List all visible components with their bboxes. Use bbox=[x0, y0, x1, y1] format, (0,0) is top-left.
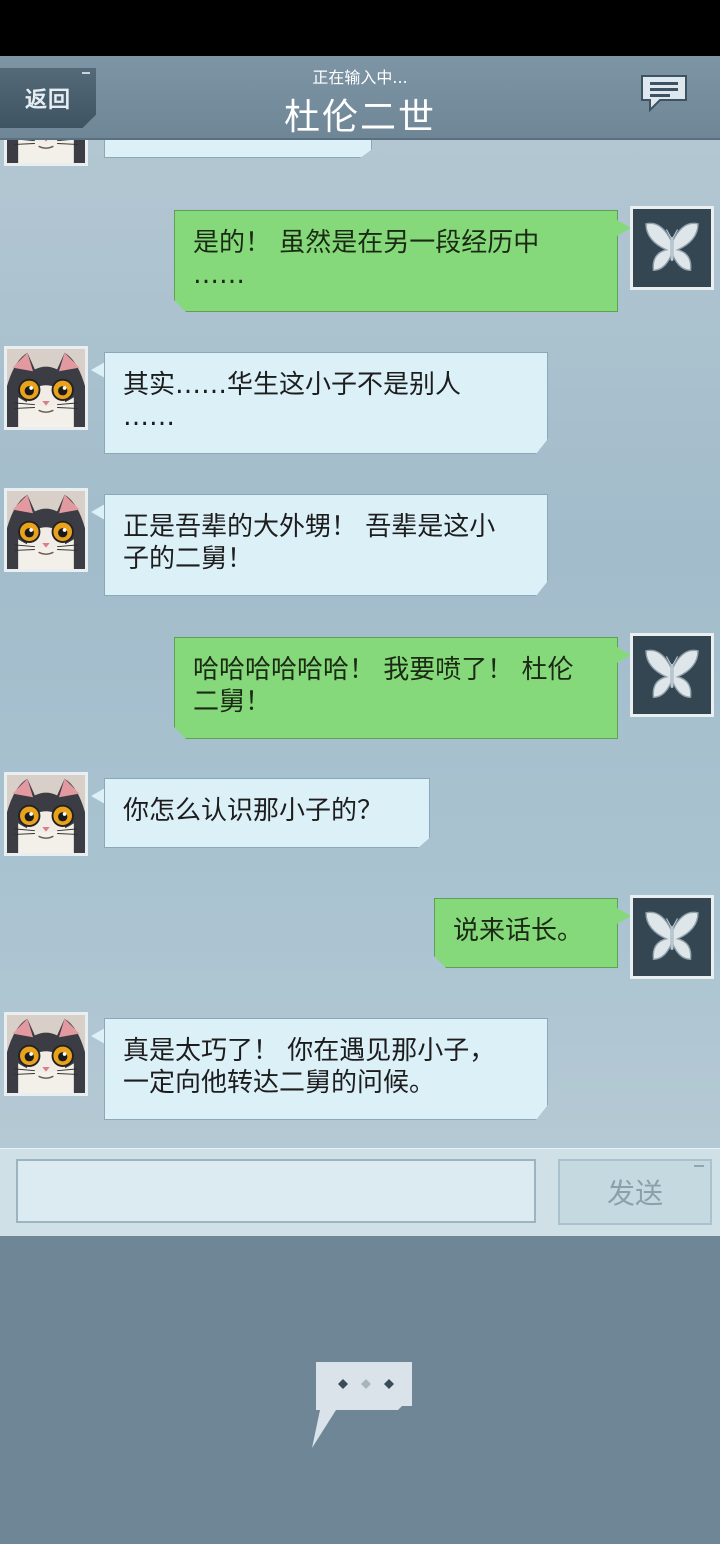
message-line: 二舅！ bbox=[193, 687, 272, 717]
message-bubble-contact: 正是吾辈的大外甥！ 吾辈是这小 子的二舅！ bbox=[104, 494, 548, 596]
cat-avatar-icon bbox=[7, 775, 85, 853]
message-bubble-contact bbox=[104, 140, 372, 158]
bubble-tail bbox=[91, 504, 105, 520]
bubble-tail bbox=[91, 362, 105, 378]
chat-header: 返回 正在输入中... 杜伦二世 bbox=[0, 56, 720, 140]
message-bubble-contact: 其实……华生这小子不是别人 …… bbox=[104, 352, 548, 454]
butterfly-avatar-icon bbox=[633, 209, 711, 287]
bubble-tail bbox=[617, 908, 631, 924]
my-avatar[interactable] bbox=[630, 206, 714, 290]
my-avatar[interactable] bbox=[630, 633, 714, 717]
message-bubble-me: 哈哈哈哈哈哈！ 我要喷了！ 杜伦 二舅！ bbox=[174, 637, 618, 739]
chat-list-button[interactable] bbox=[638, 74, 690, 114]
contact-avatar[interactable] bbox=[4, 140, 88, 166]
typing-status: 正在输入中... bbox=[312, 68, 408, 87]
contact-name: 杜伦二世 bbox=[283, 97, 436, 138]
my-avatar[interactable] bbox=[630, 895, 714, 979]
message-line: 哈哈哈哈哈哈！ 我要喷了！ 杜伦 bbox=[193, 655, 574, 685]
status-bar bbox=[0, 0, 720, 56]
contact-avatar[interactable] bbox=[4, 346, 88, 430]
message-line: 一定向他转达二舅的问候。 bbox=[123, 1068, 436, 1098]
message-bubble-contact: 真是太巧了！ 你在遇见那小子， 一定向他转达二舅的问候。 bbox=[104, 1018, 548, 1120]
more-options-button[interactable] bbox=[310, 1360, 414, 1452]
contact-avatar[interactable] bbox=[4, 772, 88, 856]
bubble-tail bbox=[91, 1028, 105, 1044]
message-line: 你怎么认识那小子的？ bbox=[123, 796, 384, 826]
contact-avatar[interactable] bbox=[4, 488, 88, 572]
more-dots-icon bbox=[312, 1362, 412, 1448]
message-bubble-me: 是的！ 虽然是在另一段经历中 …… bbox=[174, 210, 618, 312]
cat-avatar-icon bbox=[7, 1015, 85, 1093]
message-line: 子的二舅！ bbox=[123, 544, 254, 574]
message-line: 真是太巧了！ 你在遇见那小子， bbox=[123, 1036, 496, 1066]
bubble-tail bbox=[617, 647, 631, 663]
message-bubble-me: 说来话长。 bbox=[434, 898, 618, 968]
message-input[interactable] bbox=[16, 1159, 536, 1223]
cat-avatar-icon bbox=[7, 491, 85, 569]
message-line: …… bbox=[193, 260, 245, 290]
chat-bubbles-icon bbox=[641, 75, 687, 113]
message-list[interactable]: 是的！ 虽然是在另一段经历中 …… 其实……华生这小子不是别人 …… 正是吾辈的… bbox=[0, 140, 720, 1148]
message-line: 其实……华生这小子不是别人 bbox=[123, 370, 462, 400]
bottom-panel bbox=[0, 1236, 720, 1544]
message-line: 说来话长。 bbox=[453, 916, 584, 946]
message-line: 是的！ 虽然是在另一段经历中 bbox=[193, 228, 540, 258]
bubble-tail bbox=[617, 220, 631, 236]
message-line: …… bbox=[123, 402, 175, 432]
input-bar: 发送 bbox=[0, 1148, 720, 1236]
cat-avatar-icon bbox=[7, 349, 85, 427]
bubble-tail bbox=[91, 788, 105, 804]
butterfly-avatar-icon bbox=[633, 636, 711, 714]
contact-avatar[interactable] bbox=[4, 1012, 88, 1096]
message-line: 正是吾辈的大外甥！ 吾辈是这小 bbox=[123, 512, 496, 542]
message-bubble-contact: 你怎么认识那小子的？ bbox=[104, 778, 430, 848]
send-button[interactable]: 发送 bbox=[558, 1159, 712, 1225]
cat-avatar-icon bbox=[7, 140, 85, 163]
butterfly-avatar-icon bbox=[633, 898, 711, 976]
